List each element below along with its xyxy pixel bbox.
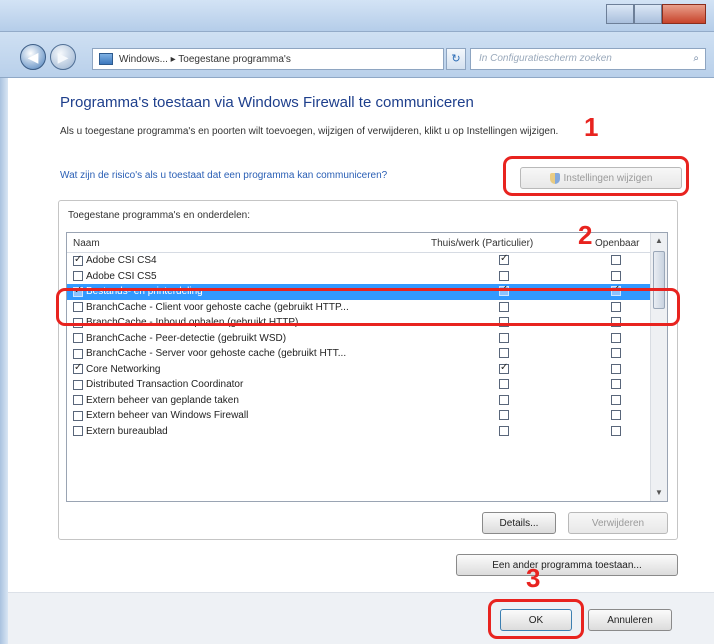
back-button[interactable]: ◀ [20,44,46,70]
private-checkbox[interactable] [499,425,509,436]
list-item[interactable]: Distributed Transaction Coordinator [67,377,651,393]
list-item[interactable]: BranchCache - Peer-detectie (gebruikt WS… [67,331,651,347]
program-name: Adobe CSI CS4 [86,255,157,266]
program-name-cell: Extern bureaublad [73,426,168,437]
public-checkbox[interactable] [611,255,621,265]
program-name-cell: Extern beheer van Windows Firewall [73,410,248,421]
annotation-box-1 [503,156,689,196]
program-name-cell: Adobe CSI CS5 [73,271,157,282]
private-checkbox[interactable] [499,362,509,374]
program-name: Core Networking [86,363,161,375]
annotation-number-1: 1 [584,112,599,142]
risks-link[interactable]: Wat zijn de risico's als u toestaat dat … [60,170,387,181]
cancel-button[interactable]: Annuleren [588,609,672,631]
annotation-box-2 [56,288,680,326]
enabled-checkbox[interactable] [73,410,83,421]
programs-list[interactable]: Naam Thuis/werk (Particulier) Openbaar A… [66,232,668,502]
enabled-checkbox[interactable] [73,426,83,436]
remove-button[interactable]: Verwijderen [568,512,668,534]
public-checkbox[interactable] [611,363,621,374]
private-checkbox[interactable] [499,332,509,343]
enabled-checkbox[interactable] [73,362,83,374]
scroll-up-arrow[interactable]: ▲ [651,233,667,249]
private-checkbox[interactable] [499,253,509,265]
enabled-checkbox[interactable] [73,348,83,359]
group-title: Toegestane programma's en onderdelen: [68,210,251,221]
search-input[interactable]: In Configuratiescherm zoeken ⌕ [470,48,706,70]
program-name: Extern bureaublad [86,425,168,437]
private-checkbox[interactable] [499,270,509,281]
enabled-checkbox[interactable] [73,254,83,266]
maximize-button[interactable] [634,4,663,24]
search-icon: ⌕ [693,53,699,64]
breadcrumb: Windows... ▸ Toegestane programma's [119,53,291,65]
public-checkbox[interactable] [611,270,621,281]
list-header: Naam Thuis/werk (Particulier) Openbaar [67,233,651,253]
instructions-text: Als u toegestane programma's en poorten … [60,126,559,137]
private-checkbox[interactable] [499,394,509,405]
annotation-number-2: 2 [578,220,593,250]
program-name: Extern beheer van Windows Firewall [86,410,249,421]
column-private[interactable]: Thuis/werk (Particulier) [431,238,533,249]
title-bar [0,0,714,32]
list-item[interactable]: Extern beheer van geplande taken [67,393,651,409]
public-checkbox[interactable] [611,425,621,436]
address-toolbar: ◀ ▶ Windows... ▸ Toegestane programma's … [0,32,714,78]
enabled-checkbox[interactable] [73,333,83,343]
list-item[interactable]: Adobe CSI CS5 [67,269,651,285]
program-name: Distributed Transaction Coordinator [86,379,244,390]
program-name-cell: Extern beheer van geplande taken [73,395,239,406]
program-name-cell: Distributed Transaction Coordinator [73,379,243,390]
program-name: BranchCache - Peer-detectie (gebruikt WS… [86,332,287,344]
annotation-number-3: 3 [526,563,541,593]
control-panel-icon [99,53,113,65]
public-checkbox[interactable] [611,348,621,358]
refresh-button[interactable]: ↻ [446,48,466,70]
public-checkbox[interactable] [611,332,621,343]
address-bar[interactable]: Windows... ▸ Toegestane programma's [92,48,444,70]
window-border [0,78,8,644]
program-name: BranchCache - Server voor gehoste cache … [86,348,347,359]
scroll-down-arrow[interactable]: ▼ [651,485,667,501]
column-name[interactable]: Naam [73,238,100,249]
list-item[interactable]: Extern bureaublad [67,424,651,440]
enabled-checkbox[interactable] [73,271,83,281]
list-item[interactable]: BranchCache - Server voor gehoste cache … [67,346,651,362]
private-checkbox[interactable] [499,348,509,358]
program-name-cell: Adobe CSI CS4 [73,254,157,266]
program-name-cell: BranchCache - Peer-detectie (gebruikt WS… [73,333,286,344]
public-checkbox[interactable] [611,394,621,405]
program-name: Extern beheer van geplande taken [86,394,239,406]
list-rows: Adobe CSI CS4Adobe CSI CS5Bestands- en p… [67,253,651,439]
close-button[interactable] [662,4,706,24]
annotation-box-3 [488,599,584,639]
search-placeholder: In Configuratiescherm zoeken [479,53,612,64]
private-checkbox[interactable] [499,379,509,389]
program-name: Adobe CSI CS5 [86,270,157,282]
add-program-button[interactable]: Een ander programma toestaan... [456,554,678,576]
program-name-cell: Core Networking [73,362,161,375]
private-checkbox[interactable] [499,410,509,420]
details-button[interactable]: Details... [482,512,556,534]
column-public[interactable]: Openbaar [595,238,639,249]
enabled-checkbox[interactable] [73,379,83,390]
list-item[interactable]: Adobe CSI CS4 [67,253,651,269]
page-title: Programma's toestaan via Windows Firewal… [60,94,474,111]
program-name-cell: BranchCache - Server voor gehoste cache … [73,348,346,359]
public-checkbox[interactable] [611,410,621,420]
list-item[interactable]: Extern beheer van Windows Firewall [67,408,651,424]
forward-button[interactable]: ▶ [50,44,76,70]
enabled-checkbox[interactable] [73,395,83,405]
window-controls [606,4,706,24]
vertical-scrollbar[interactable]: ▲ ▼ [650,233,667,501]
public-checkbox[interactable] [611,379,621,389]
list-item[interactable]: Core Networking [67,362,651,378]
minimize-button[interactable] [606,4,635,24]
